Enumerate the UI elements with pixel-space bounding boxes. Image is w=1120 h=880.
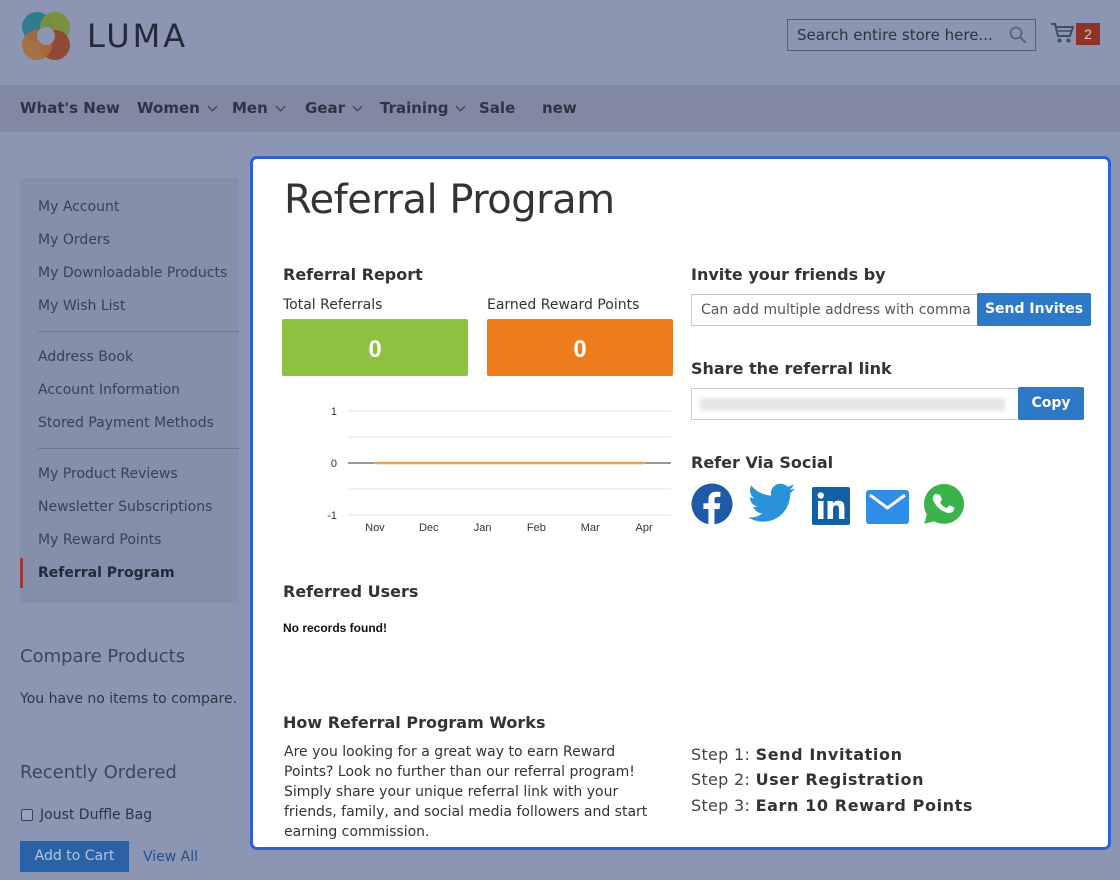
step-prefix: Step 2: xyxy=(691,770,751,789)
nav-item-label: Men xyxy=(232,99,268,117)
compare-empty-text: You have no items to compare. xyxy=(20,691,238,707)
how-it-works-title: How Referral Program Works xyxy=(283,713,546,732)
nav-item-whats-new[interactable]: What's New xyxy=(20,85,120,132)
nav-item-label: new xyxy=(542,99,577,117)
nav-item-label: Training xyxy=(380,99,449,117)
site-header: LUMA 2 xyxy=(0,0,1120,85)
x-tick-label: Jan xyxy=(474,522,492,534)
y-tick-label: -1 xyxy=(327,510,337,522)
data-point xyxy=(481,462,484,464)
step-prefix: Step 1: xyxy=(691,745,751,764)
step-label: Earn 10 Reward Points xyxy=(755,796,974,815)
sidebar-item-account-information[interactable]: Account Information xyxy=(38,382,180,398)
x-tick-label: Dec xyxy=(419,522,439,534)
copy-button[interactable]: Copy xyxy=(1018,387,1084,420)
chevron-down-icon xyxy=(456,101,466,112)
referred-users-title: Referred Users xyxy=(283,582,419,601)
nav-item-label: What's New xyxy=(20,99,120,117)
sidebar-item-downloadable-products[interactable]: My Downloadable Products xyxy=(38,265,227,281)
earned-points-label: Earned Reward Points xyxy=(487,297,640,313)
redacted-link xyxy=(700,398,1005,411)
step-1: Step 1: Send Invitation xyxy=(691,745,903,764)
main-nav: What's New Women Men Gear Training Sale … xyxy=(0,85,1120,132)
luma-logo-icon[interactable] xyxy=(20,10,72,62)
recently-ordered-title: Recently Ordered xyxy=(20,762,177,783)
search-input[interactable] xyxy=(788,20,998,50)
y-tick-label: 1 xyxy=(331,406,337,418)
step-2: Step 2: User Registration xyxy=(691,770,924,789)
sidebar-divider xyxy=(38,448,239,449)
referral-chart: 1 0 -1 Nov Dec Jan Feb Mar Apr xyxy=(327,406,671,534)
linkedin-icon[interactable] xyxy=(812,487,850,525)
referral-modal: Referral Program Referral Report Total R… xyxy=(250,156,1111,850)
recent-item-label[interactable]: Joust Duffle Bag xyxy=(40,807,152,823)
data-point xyxy=(427,462,430,464)
nav-item-gear[interactable]: Gear xyxy=(305,85,363,132)
earned-points-value: 0 xyxy=(487,319,673,376)
active-indicator xyxy=(20,558,23,588)
social-title: Refer Via Social xyxy=(691,453,834,472)
step-label: User Registration xyxy=(755,770,925,789)
recent-item-checkbox[interactable] xyxy=(21,809,33,821)
chevron-down-icon xyxy=(207,101,218,112)
sidebar-item-my-orders[interactable]: My Orders xyxy=(38,232,110,248)
cart-count-badge[interactable]: 2 xyxy=(1076,23,1100,45)
search-box xyxy=(787,19,1036,51)
invite-email-input[interactable] xyxy=(691,294,978,326)
x-tick-label: Nov xyxy=(365,522,385,534)
step-3: Step 3: Earn 10 Reward Points xyxy=(691,796,973,815)
email-icon[interactable] xyxy=(866,490,909,524)
x-tick-label: Feb xyxy=(527,522,546,534)
compare-title: Compare Products xyxy=(20,646,186,667)
total-referrals-value: 0 xyxy=(282,319,468,376)
how-it-works-text: Are you looking for a great way to earn … xyxy=(284,744,648,840)
nav-item-women[interactable]: Women xyxy=(137,85,218,132)
sidebar-item-my-account[interactable]: My Account xyxy=(38,199,119,215)
facebook-icon[interactable] xyxy=(691,483,733,525)
referral-report-title: Referral Report xyxy=(283,265,423,284)
sidebar-item-wish-list[interactable]: My Wish List xyxy=(38,298,125,314)
share-link-title: Share the referral link xyxy=(691,359,892,378)
nav-item-sale[interactable]: Sale xyxy=(479,85,515,132)
y-tick-label: 0 xyxy=(331,458,337,470)
referral-link-field[interactable] xyxy=(691,388,1019,420)
nav-item-label: Women xyxy=(137,99,200,117)
data-point xyxy=(535,462,538,464)
sidebar-item-newsletter-subscriptions[interactable]: Newsletter Subscriptions xyxy=(38,499,212,515)
sidebar-item-product-reviews[interactable]: My Product Reviews xyxy=(38,466,178,482)
nav-item-label: Gear xyxy=(305,99,346,117)
sidebar-item-reward-points[interactable]: My Reward Points xyxy=(38,532,161,548)
data-point xyxy=(374,462,376,464)
sidebar-item-address-book[interactable]: Address Book xyxy=(38,349,133,365)
invite-title: Invite your friends by xyxy=(691,265,886,284)
step-label: Send Invitation xyxy=(755,745,903,764)
nav-item-label: Sale xyxy=(479,99,516,117)
x-tick-label: Apr xyxy=(636,522,653,534)
x-tick-label: Mar xyxy=(581,522,600,534)
nav-item-training[interactable]: Training xyxy=(380,85,466,132)
logo-text[interactable]: LUMA xyxy=(87,17,188,55)
chevron-down-icon xyxy=(275,101,286,112)
cart-icon[interactable] xyxy=(1050,22,1074,44)
no-records-text: No records found! xyxy=(283,621,387,635)
view-all-link[interactable]: View All xyxy=(143,849,198,865)
twitter-icon[interactable] xyxy=(748,483,796,523)
whatsapp-icon[interactable] xyxy=(923,483,965,525)
sidebar-divider xyxy=(38,331,239,332)
chevron-down-icon xyxy=(352,101,363,112)
page-title: Referral Program xyxy=(284,177,615,223)
sidebar-item-referral-program[interactable]: Referral Program xyxy=(38,565,175,581)
data-point xyxy=(589,462,592,464)
add-to-cart-button[interactable]: Add to Cart xyxy=(20,841,129,872)
sidebar-item-stored-payment-methods[interactable]: Stored Payment Methods xyxy=(38,415,214,431)
account-sidebar: My Account My Orders My Downloadable Pro… xyxy=(20,178,239,603)
nav-item-men[interactable]: Men xyxy=(232,85,286,132)
total-referrals-label: Total Referrals xyxy=(283,297,383,313)
nav-item-new[interactable]: new xyxy=(542,85,577,132)
step-prefix: Step 3: xyxy=(691,796,751,815)
send-invites-button[interactable]: Send Invites xyxy=(977,293,1091,326)
data-point xyxy=(643,462,645,464)
search-icon[interactable] xyxy=(1009,26,1027,44)
